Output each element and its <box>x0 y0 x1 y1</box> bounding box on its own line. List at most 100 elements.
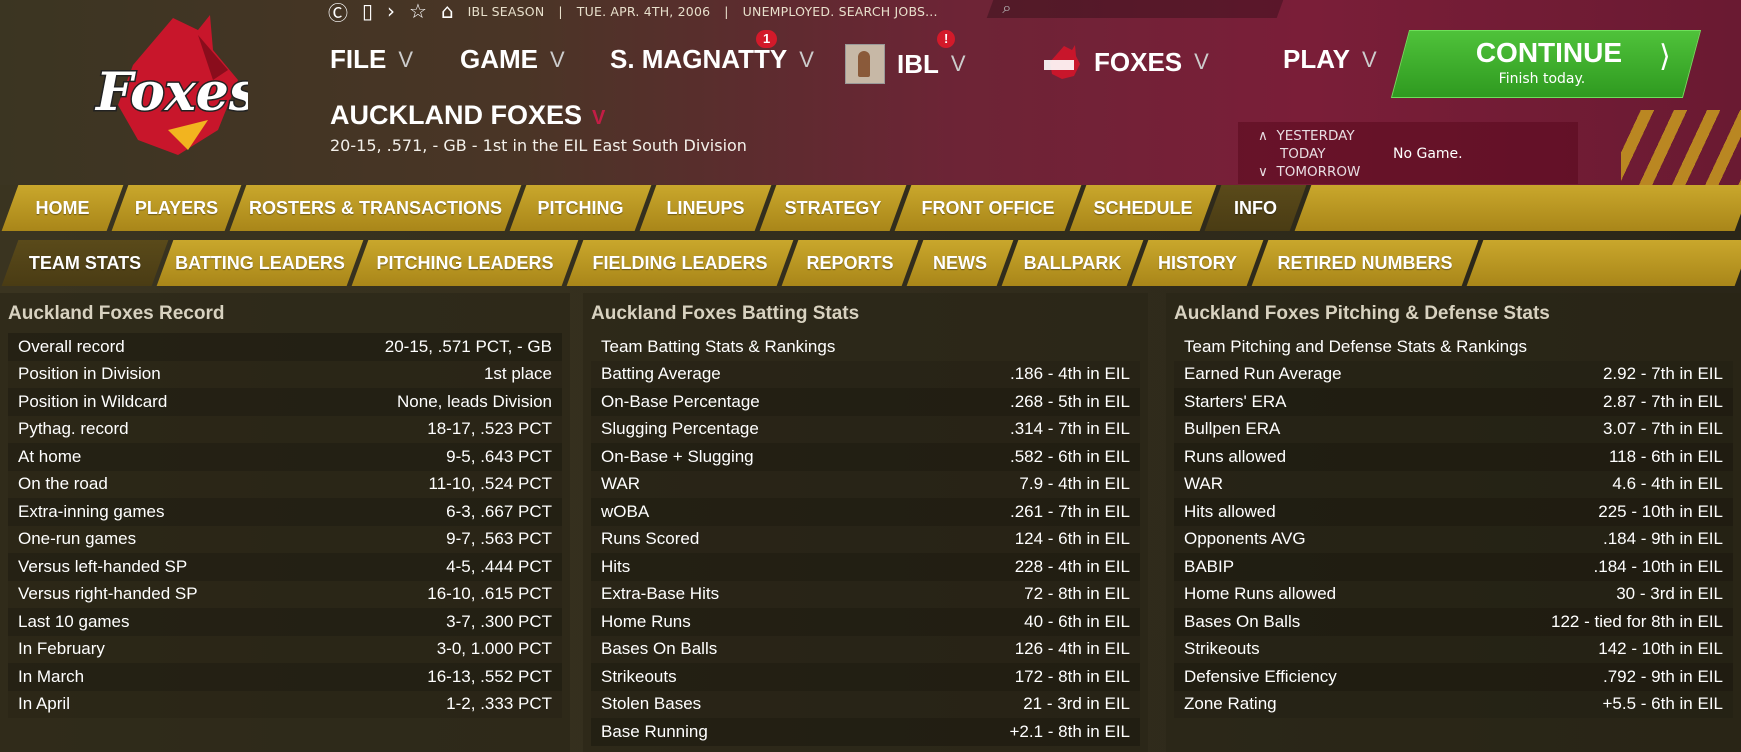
stat-label: WAR <box>601 474 641 494</box>
batting-panel-title: Auckland Foxes Batting Stats <box>591 303 860 324</box>
today-label: TODAY <box>1280 146 1326 162</box>
tab-history[interactable]: HISTORY <box>1131 240 1264 286</box>
menu-play[interactable]: PLAY V <box>1283 44 1377 75</box>
stat-label: wOBA <box>601 501 650 521</box>
chevron-down-icon: V <box>1194 49 1209 74</box>
day-schedule: ∧ YESTERDAY TODAY ∨ TOMORROW No Game. <box>1238 122 1578 184</box>
stat-label: Base Running <box>601 721 708 741</box>
tab-info[interactable]: INFO <box>1204 185 1307 231</box>
stat-row: Extra-inning games 6-3, .667 PCT <box>8 498 562 526</box>
menu-league[interactable]: IBL V ! <box>845 30 966 84</box>
nav-filler <box>1294 185 1741 231</box>
alert-badge: ! <box>937 30 956 48</box>
tab-ballpark[interactable]: BALLPARK <box>1001 240 1144 286</box>
stat-value: 1st place <box>483 364 552 384</box>
svg-text:Foxes: Foxes <box>94 62 248 123</box>
tab-fielding-leaders[interactable]: FIELDING LEADERS <box>566 240 794 286</box>
menu-manager[interactable]: S. MAGNATTY V 1 <box>610 30 814 75</box>
stat-value: 2.87 - 7th in EIL <box>1602 391 1723 411</box>
back-icon[interactable]: Ⓒ <box>328 0 348 26</box>
tomorrow-link[interactable]: ∨ TOMORROW <box>1258 164 1360 180</box>
stat-row: Hits allowed 225 - 10th in EIL <box>1174 498 1733 526</box>
stat-value: 142 - 10th in EIL <box>1598 639 1723 659</box>
search-input[interactable]: ⌕ <box>986 0 1284 18</box>
stat-value: .268 - 5th in EIL <box>1009 391 1130 411</box>
record-panel-title: Auckland Foxes Record <box>8 303 225 324</box>
tab-news[interactable]: NEWS <box>906 240 1014 286</box>
home-icon[interactable]: ⌂ <box>441 0 454 23</box>
tab-pitching-leaders[interactable]: PITCHING LEADERS <box>351 240 579 286</box>
stat-row: wOBA .261 - 7th in EIL <box>591 498 1140 526</box>
stat-label: One-run games <box>18 529 137 549</box>
menu-team[interactable]: FOXES V <box>1042 44 1209 80</box>
chevron-down-icon: V <box>592 107 606 129</box>
stat-label: In April <box>18 694 70 714</box>
stat-label: Slugging Percentage <box>601 419 759 439</box>
stat-value: .792 - 9th in EIL <box>1602 666 1723 686</box>
stat-value: 2.92 - 7th in EIL <box>1602 364 1723 384</box>
stat-label: Batting Average <box>601 364 721 384</box>
stat-value: 16-10, .615 PCT <box>427 584 552 604</box>
stat-value: 122 - tied for 8th in EIL <box>1551 611 1723 631</box>
stat-label: Bases On Balls <box>1184 611 1301 631</box>
tab-team-stats[interactable]: TEAM STATS <box>1 240 169 286</box>
tab-strategy[interactable]: STRATEGY <box>759 185 907 231</box>
tab-lineups[interactable]: LINEUPS <box>639 185 772 231</box>
tab-batting-leaders[interactable]: BATTING LEADERS <box>156 240 364 286</box>
stat-value: 9-7, .563 PCT <box>446 529 552 549</box>
tab-pitching[interactable]: PITCHING <box>509 185 652 231</box>
star-icon[interactable]: ☆ <box>409 0 427 23</box>
stat-row: At home 9-5, .643 PCT <box>8 443 562 471</box>
stat-value: 4-5, .444 PCT <box>446 556 552 576</box>
tab-home[interactable]: HOME <box>1 185 124 231</box>
chevron-down-icon: V <box>550 46 565 72</box>
main-nav: HOME PLAYERS ROSTERS & TRANSACTIONS PITC… <box>0 185 1741 233</box>
tab-front-office[interactable]: FRONT OFFICE <box>894 185 1082 231</box>
stat-label: Runs Scored <box>601 529 700 549</box>
stat-value: 6-3, .667 PCT <box>446 501 552 521</box>
team-title[interactable]: AUCKLAND FOXES V <box>330 100 605 131</box>
stat-label: Extra-Base Hits <box>601 584 720 604</box>
chevron-down-icon: V <box>398 46 414 72</box>
stat-label: Stolen Bases <box>601 694 702 714</box>
menu-file[interactable]: FILE V <box>330 44 413 75</box>
stat-label: In March <box>18 666 85 686</box>
stat-value: 9-5, .643 PCT <box>446 446 552 466</box>
stat-row: In March 16-13, .552 PCT <box>8 663 562 691</box>
stat-row: Versus right-handed SP 16-10, .615 PCT <box>8 580 562 608</box>
tab-schedule[interactable]: SCHEDULE <box>1069 185 1217 231</box>
stat-label: On-Base Percentage <box>601 391 760 411</box>
stat-value: .582 - 6th in EIL <box>1009 446 1130 466</box>
job-status[interactable]: UNEMPLOYED. SEARCH JOBS... <box>743 4 938 19</box>
stat-value: 72 - 8th in EIL <box>1024 584 1130 604</box>
tab-players[interactable]: PLAYERS <box>111 185 242 231</box>
stat-label: Zone Rating <box>1184 694 1277 714</box>
batting-subtitle: Team Batting Stats & Rankings <box>601 336 836 356</box>
pitching-panel-title: Auckland Foxes Pitching & Defense Stats <box>1174 303 1550 324</box>
tab-reports[interactable]: REPORTS <box>781 240 919 286</box>
tab-retired-numbers[interactable]: RETIRED NUMBERS <box>1251 240 1479 286</box>
batting-rows: Team Batting Stats & Rankings Batting Av… <box>591 333 1140 746</box>
foxes-logo[interactable]: Foxes <box>78 10 248 160</box>
stat-label: Last 10 games <box>18 611 130 631</box>
stat-row: Versus left-handed SP 4-5, .444 PCT <box>8 553 562 581</box>
stat-row: Starters' ERA 2.87 - 7th in EIL <box>1174 388 1733 416</box>
stat-label: Versus right-handed SP <box>18 584 198 604</box>
stat-row: Home Runs allowed 30 - 3rd in EIL <box>1174 580 1733 608</box>
stat-value: 30 - 3rd in EIL <box>1616 584 1723 604</box>
stat-label: Hits <box>601 556 631 576</box>
stat-value: 20-15, .571 PCT, - GB <box>384 336 552 356</box>
stat-label: Runs allowed <box>1184 446 1287 466</box>
menu-game[interactable]: GAME V <box>460 44 565 75</box>
tab-rosters[interactable]: ROSTERS & TRANSACTIONS <box>229 185 522 231</box>
stat-value: +2.1 - 8th in EIL <box>1009 721 1131 741</box>
chevron-right-icon: ⟩ <box>1659 39 1672 74</box>
stat-row: Base Running +2.1 - 8th in EIL <box>591 718 1140 746</box>
yesterday-link[interactable]: ∧ YESTERDAY <box>1258 128 1355 144</box>
forward-icon[interactable]: › <box>387 0 395 23</box>
bookmark-icon[interactable]: ▯ <box>362 0 373 23</box>
continue-button[interactable]: CONTINUE Finish today. ⟩ <box>1390 30 1702 98</box>
stat-label: Position in Wildcard <box>18 391 168 411</box>
stat-label: Opponents AVG <box>1184 529 1306 549</box>
subnav-filler <box>1466 240 1741 286</box>
